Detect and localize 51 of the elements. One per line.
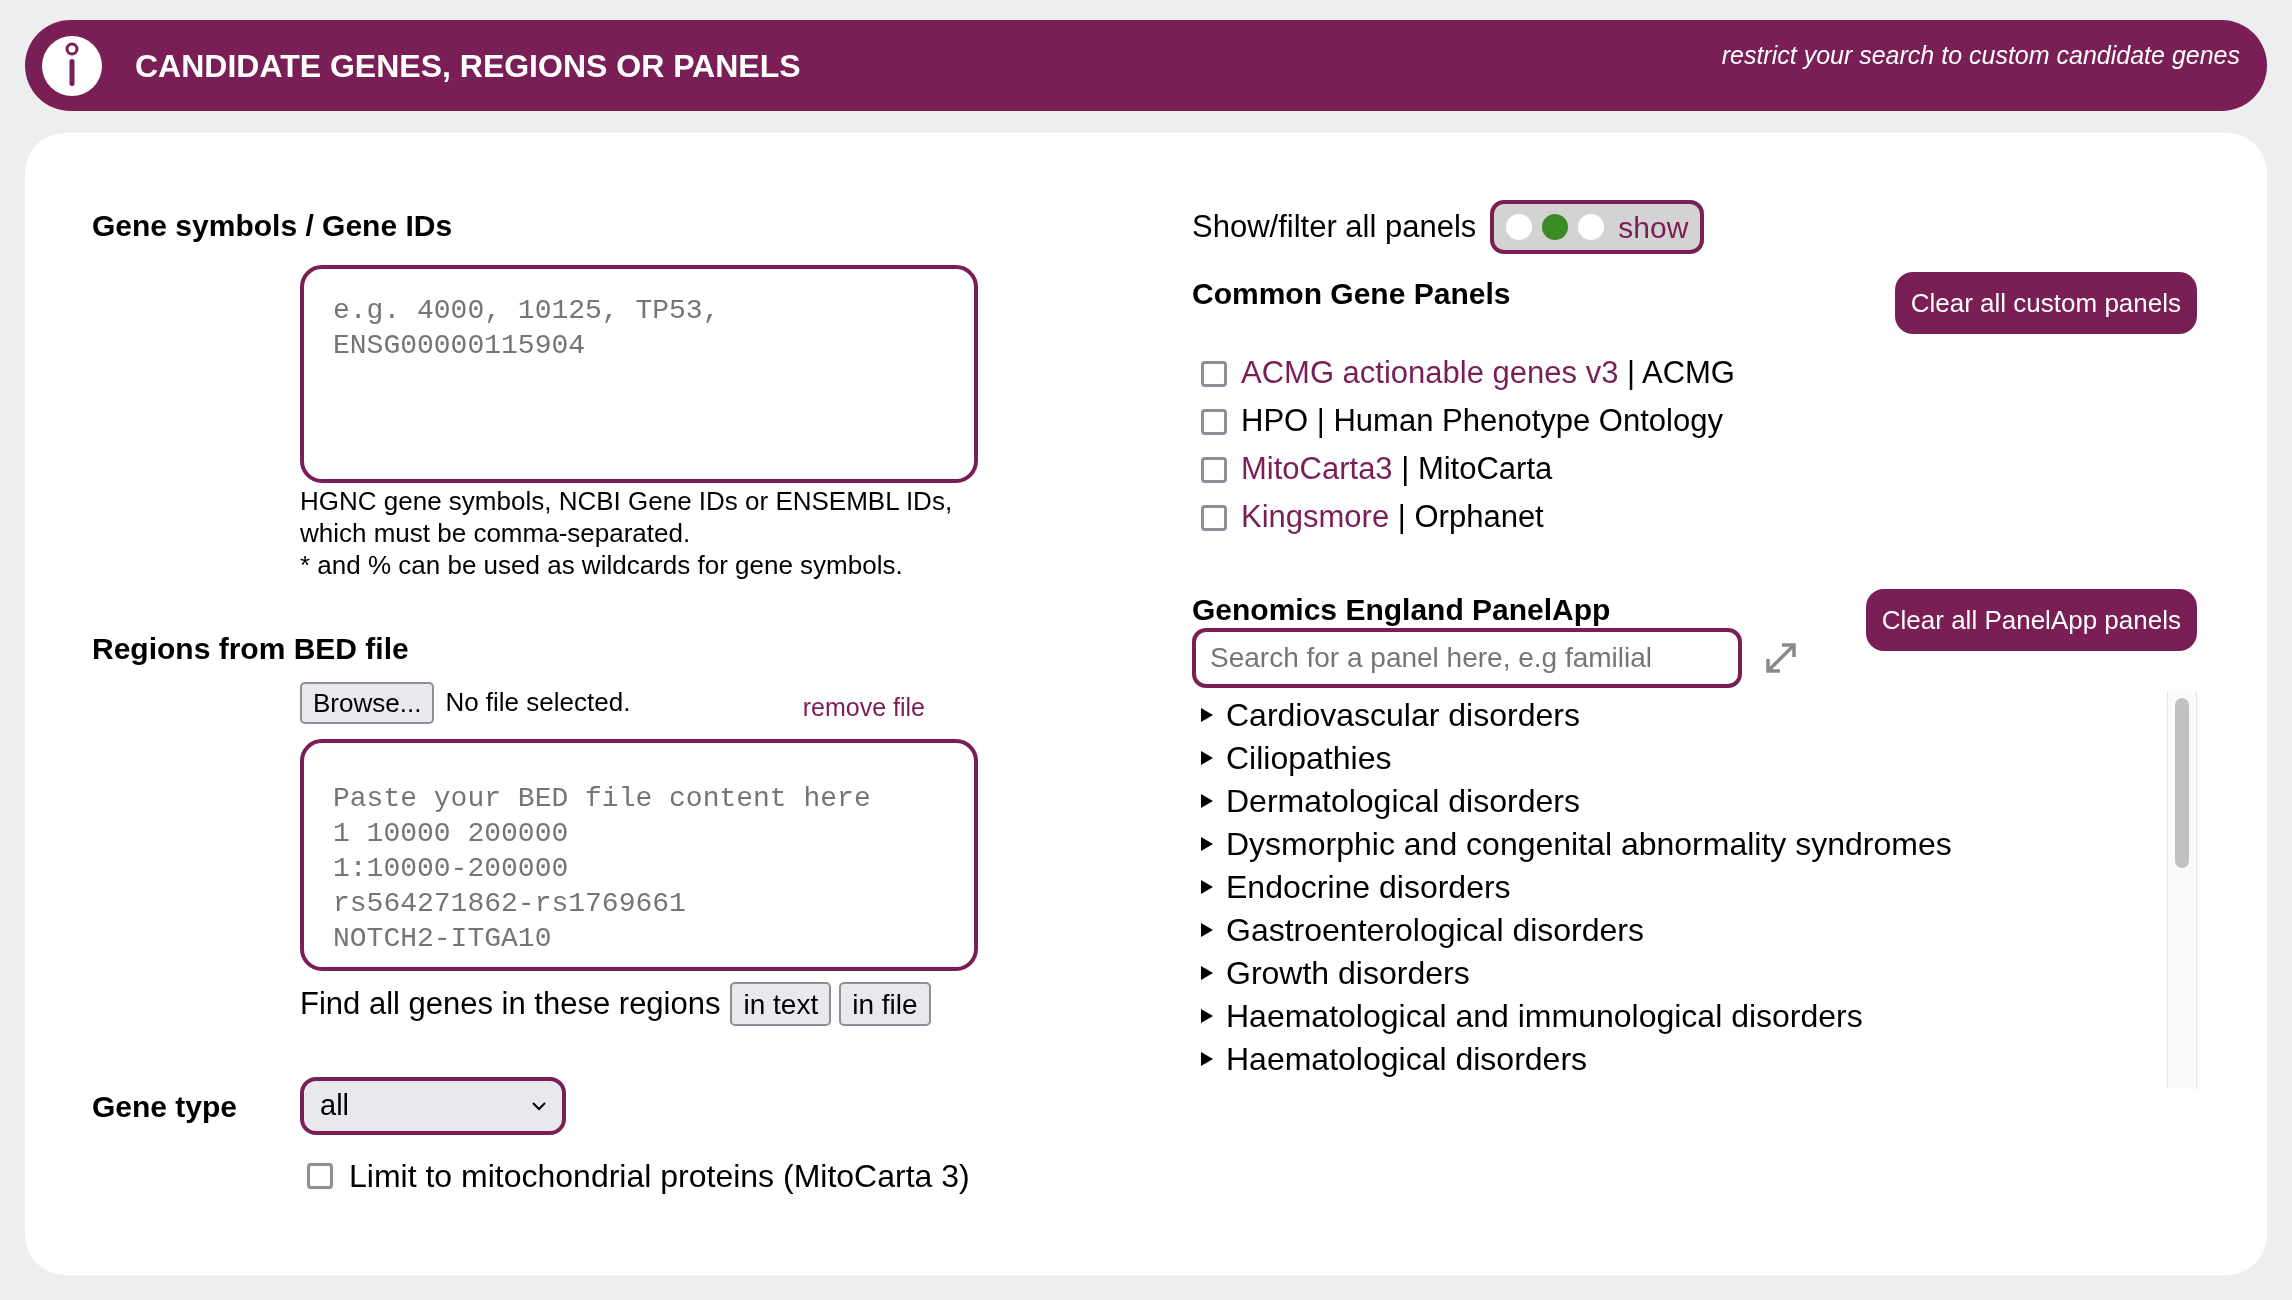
field-heading: Regions from BED file (92, 631, 410, 667)
caret-right-icon[interactable] (1200, 878, 1214, 895)
caret-right-icon[interactable] (1200, 792, 1214, 809)
help-text: HGNC gene symbols, NCBI Gene IDs or ENSEMBL IDs, (300, 485, 954, 517)
help-text: * and % can be used as wildcards for gene symbols. (300, 549, 904, 581)
caret-right-icon[interactable] (1200, 835, 1214, 852)
section-title: CANDIDATE GENES, REGIONS OR PANELS (135, 46, 801, 86)
find-genes-button[interactable]: in file (839, 981, 931, 1026)
help-text: which must be comma-separated. (300, 517, 692, 549)
gene-ids-field[interactable]: e.g. 4000, 10125, TP53, ENSG00000115904 (300, 265, 978, 483)
panel-link[interactable]: Kingsmore (1241, 499, 1390, 535)
panel-source: | ACMG (1627, 355, 1735, 391)
clear-panelapp-panels-button[interactable]: Clear all PanelApp panels (1865, 589, 2197, 651)
find-genes-label: Find all genes in these regions (300, 984, 721, 1023)
checkbox[interactable] (1201, 360, 1227, 387)
checkbox[interactable] (1201, 504, 1227, 531)
panel-filter-toggle[interactable]: show (1490, 200, 1705, 254)
panel-source: | MitoCarta (1401, 451, 1553, 487)
filter-label: Show/filter all panels (1192, 207, 1477, 246)
checkbox[interactable] (307, 1163, 333, 1189)
caret-right-icon[interactable] (1200, 921, 1214, 938)
gene-type-select[interactable]: all (300, 1077, 566, 1135)
caret-right-icon[interactable] (1200, 964, 1214, 981)
section-heading: Common Gene Panels (1192, 276, 1511, 312)
file-status: No file selected. (445, 686, 631, 720)
checkbox[interactable] (1201, 408, 1227, 435)
caret-right-icon[interactable] (1200, 749, 1214, 766)
panel-link[interactable]: ACMG actionable genes v3 (1241, 355, 1619, 391)
clear-custom-panels-button[interactable]: Clear all custom panels (1894, 272, 2197, 334)
panel-source: | Human Phenotype Ontology (1316, 403, 1723, 439)
panel-link[interactable]: MitoCarta3 (1241, 451, 1393, 487)
caret-right-icon[interactable] (1200, 1050, 1214, 1067)
scrollbar[interactable] (2167, 692, 2197, 1089)
checkbox[interactable] (1201, 456, 1227, 483)
section-subtitle: restrict your search to custom candidate genes (1721, 40, 2240, 71)
caret-right-icon[interactable] (1200, 706, 1214, 723)
field-heading: Gene type (92, 1088, 239, 1125)
caret-right-icon[interactable] (1200, 1007, 1214, 1024)
chevron-down-icon (532, 1101, 546, 1111)
remove-file-link[interactable]: remove file (802, 689, 925, 727)
info-icon (42, 35, 102, 96)
find-genes-button[interactable]: in text (730, 981, 832, 1026)
field-heading: Gene symbols / Gene IDs (92, 208, 454, 244)
panel-search-field[interactable]: Search for a panel here, e.g familial (1192, 628, 1742, 688)
browse-button[interactable]: Browse... (300, 681, 435, 724)
panel-name: HPO (1241, 403, 1309, 439)
expand-icon[interactable] (1764, 641, 1798, 675)
checkbox-label: Limit to mitochondrial proteins (MitoCarta 3) (349, 1157, 970, 1196)
panel-source: | Orphanet (1397, 499, 1544, 535)
section-heading: Genomics England PanelApp (1192, 594, 1612, 626)
bed-content-field[interactable]: Paste your BED file content here 1 10000 200000 1:10000-200000 rs564271862-rs1769661 NOTCH2-ITGA10 (300, 738, 978, 971)
